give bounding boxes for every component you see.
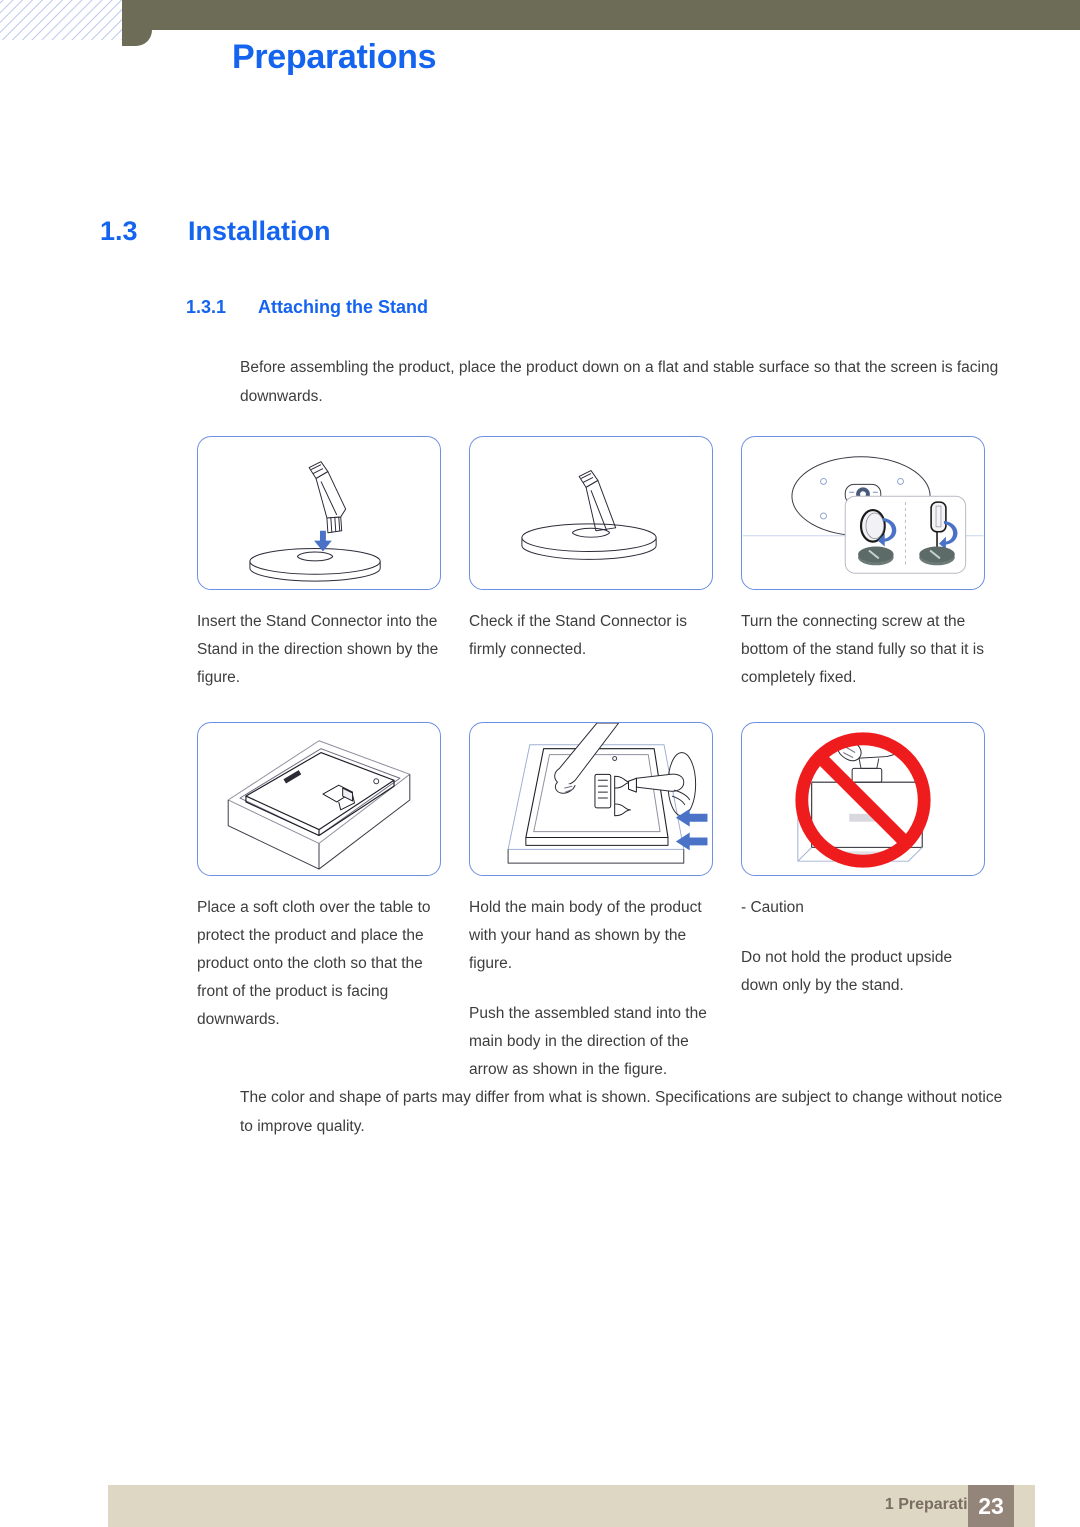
assembled-stand-icon bbox=[521, 470, 657, 560]
illustration-product-on-cloth bbox=[197, 722, 441, 876]
figure-cell-stand-screw-turn: Turn the connecting screw at the bottom … bbox=[741, 436, 987, 692]
figure-cell-stand-connector-insert: Insert the Stand Connector into the Stan… bbox=[197, 436, 443, 692]
figure-cell-caution-upside-down: - Caution Do not hold the product upside… bbox=[741, 722, 987, 1084]
subsection-heading: 1.3.1 Attaching the Stand bbox=[186, 297, 428, 318]
figure-caption: Turn the connecting screw at the bottom … bbox=[741, 608, 987, 692]
caption-text: Hold the main body of the product with y… bbox=[469, 899, 702, 972]
figure-caption: Insert the Stand Connector into the Stan… bbox=[197, 608, 443, 692]
figure-caption: Hold the main body of the product with y… bbox=[469, 894, 715, 1084]
caption-text: Push the assembled stand into the main b… bbox=[469, 1005, 707, 1078]
header-bar bbox=[122, 0, 1080, 30]
caption-text: Place a soft cloth over the table to pro… bbox=[197, 899, 431, 1028]
header-bar-notch bbox=[122, 30, 152, 46]
hands-pushing-stand-into-monitor-body-with-left-arrows-icon bbox=[507, 723, 708, 864]
caption-text: Insert the Stand Connector into the Stan… bbox=[197, 613, 439, 686]
illustration-assembled-stand bbox=[469, 436, 713, 590]
footer-page-box: 23 bbox=[968, 1485, 1014, 1527]
monitor-face-down-on-cloth-covered-table-icon bbox=[227, 740, 411, 870]
header-hatch-pattern bbox=[0, 0, 122, 40]
stand-connector-into-base-with-down-arrow-icon bbox=[249, 461, 381, 582]
screw-head-icon bbox=[919, 546, 955, 566]
figure-row-1: Insert the Stand Connector into the Stan… bbox=[197, 436, 1007, 692]
stand-base-bottom-screw-coin-and-screwdriver-icon bbox=[742, 456, 984, 574]
screw-head-icon bbox=[858, 546, 894, 566]
figure-cell-stand-connector-check: Check if the Stand Connector is firmly c… bbox=[469, 436, 715, 692]
caption-text: Check if the Stand Connector is firmly c… bbox=[469, 613, 687, 658]
section-title: Installation bbox=[188, 216, 331, 246]
figure-caption: - Caution Do not hold the product upside… bbox=[741, 894, 987, 1000]
figure-grid: Insert the Stand Connector into the Stan… bbox=[197, 436, 1007, 1084]
illustration-caution-upside-down bbox=[741, 722, 985, 876]
prohibition-symbol-icon bbox=[795, 732, 931, 868]
illustration-stand-connector-insert bbox=[197, 436, 441, 590]
figure-cell-product-on-cloth: Place a soft cloth over the table to pro… bbox=[197, 722, 443, 1084]
illustration-stand-screw-turn bbox=[741, 436, 985, 590]
caption-text: Turn the connecting screw at the bottom … bbox=[741, 613, 984, 686]
page-number: 23 bbox=[978, 1492, 1004, 1519]
coin-icon bbox=[859, 508, 886, 543]
prohibition-monitor-held-upside-down-by-stand-icon bbox=[795, 732, 931, 868]
disclaimer-note: The color and shape of parts may differ … bbox=[240, 1089, 1003, 1135]
caption-text: - Caution bbox=[741, 899, 804, 916]
figure-caption: Check if the Stand Connector is firmly c… bbox=[469, 608, 715, 664]
intro-paragraph: Before assembling the product, place the… bbox=[240, 359, 999, 405]
section-number: 1.3 bbox=[100, 216, 138, 246]
subsection-title: Attaching the Stand bbox=[258, 297, 428, 317]
caption-text: Do not hold the product upside down only… bbox=[741, 949, 953, 994]
figure-row-2: Place a soft cloth over the table to pro… bbox=[197, 722, 1007, 1084]
left-arrow-icon bbox=[675, 808, 708, 851]
subsection-number: 1.3.1 bbox=[186, 297, 227, 317]
section-heading: 1.3 Installation bbox=[100, 216, 331, 247]
figure-caption: Place a soft cloth over the table to pro… bbox=[197, 894, 443, 1034]
illustration-push-stand-into-body bbox=[469, 722, 713, 876]
page-title: Preparations bbox=[232, 38, 437, 76]
figure-cell-push-stand-into-body: Hold the main body of the product with y… bbox=[469, 722, 715, 1084]
